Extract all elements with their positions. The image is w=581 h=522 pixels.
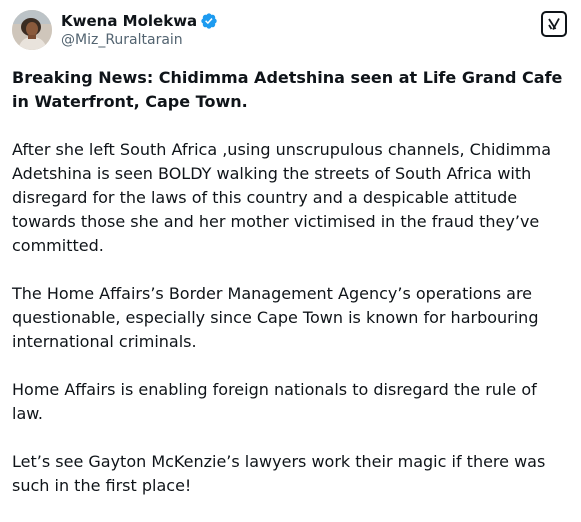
- tweet-header: Kwena Molekwa @Miz_Ruraltarain: [12, 10, 569, 52]
- tweet-paragraph-4: Let’s see Gayton McKenzie’s lawyers work…: [12, 452, 546, 495]
- tweet-paragraph-1: After she left South Africa ,using unscr…: [12, 140, 551, 255]
- display-name-row: Kwena Molekwa: [61, 11, 218, 30]
- avatar[interactable]: [12, 10, 52, 50]
- author-handle[interactable]: @Miz_Ruraltarain: [61, 32, 218, 48]
- grok-button[interactable]: [541, 11, 567, 37]
- avatar-image: [12, 10, 52, 50]
- tweet-paragraph-2: The Home Affairs’s Border Management Age…: [12, 284, 539, 351]
- display-name[interactable]: Kwena Molekwa: [61, 12, 197, 30]
- tweet-headline: Breaking News: Chidimma Adetshina seen a…: [12, 68, 563, 111]
- author-names: Kwena Molekwa @Miz_Ruraltarain: [61, 11, 218, 48]
- tweet-paragraph-3: Home Affairs is enabling foreign nationa…: [12, 380, 537, 423]
- grok-icon: [548, 18, 560, 30]
- tweet-card: Kwena Molekwa @Miz_Ruraltarain Breaking …: [0, 0, 581, 495]
- verified-badge-icon[interactable]: [200, 12, 218, 30]
